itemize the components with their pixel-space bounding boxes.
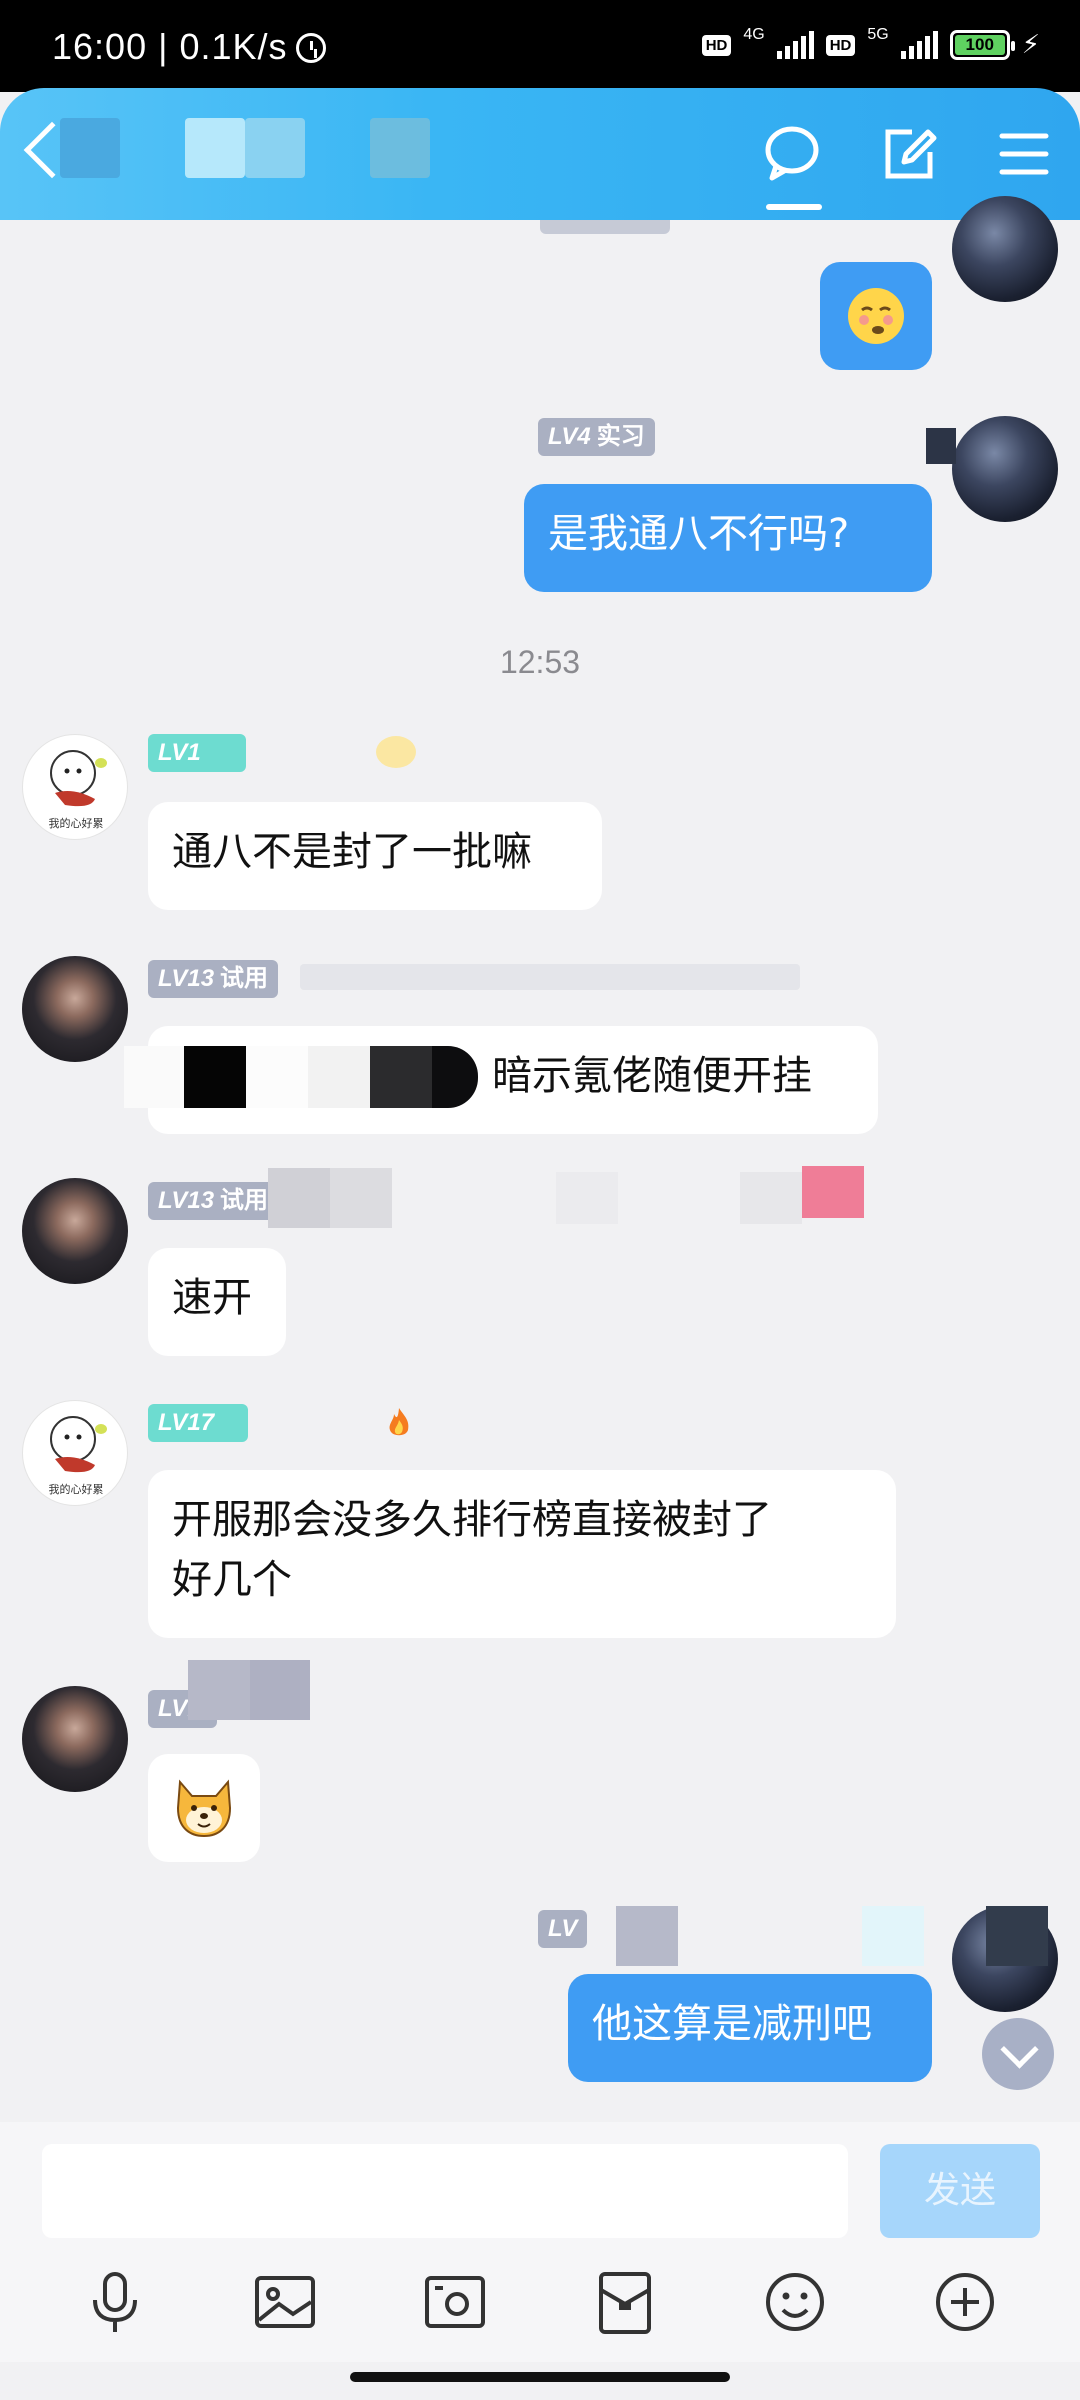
message-bubble[interactable]: 速开 [148, 1248, 286, 1356]
sender-name-blur [540, 220, 670, 234]
chat-header [0, 88, 1080, 220]
status-bar: 16:00 | 0.1K/s HD 4G HD 5G 100 ⚡ [0, 0, 1080, 92]
alarm-icon [295, 33, 326, 63]
level-badge: LV [538, 1910, 588, 1948]
avatar[interactable] [22, 956, 128, 1062]
level-badge: LV13 试用 [148, 1182, 279, 1220]
title-blur [245, 118, 305, 178]
message-bubble[interactable] [820, 262, 932, 370]
level-badge: LV17 [148, 1404, 248, 1442]
name-blur [616, 1906, 678, 1966]
message-list[interactable]: LV4 实习 是我通八不行吗? 12:53 我的心好累 LV1 通八不是封了一批嘛… [0, 196, 1080, 2120]
message-timestamp: 12:53 [499, 644, 581, 680]
name-blur [556, 1172, 618, 1224]
name-blur [926, 428, 956, 464]
shy-face-emoji [848, 288, 904, 344]
battery-icon: 100 [949, 30, 1015, 60]
name-blur [740, 1172, 802, 1224]
avatar[interactable] [952, 196, 1058, 302]
send-button[interactable]: 发送 [880, 2144, 1040, 2238]
signal-icon [776, 31, 814, 59]
title-blur [185, 118, 245, 178]
status-time: 16:00 | 0.1K/s [52, 26, 326, 68]
message-bubble[interactable] [148, 1754, 260, 1862]
name-blur [862, 1906, 924, 1966]
input-bar: 发送 [0, 2122, 1080, 2242]
name-blur [250, 1660, 310, 1720]
title-blur [370, 118, 430, 178]
svg-text:我的心好累: 我的心好累 [49, 816, 104, 830]
input-toolbar [0, 2242, 1080, 2362]
camera-icon[interactable] [419, 2266, 491, 2338]
svg-text:我的心好累: 我的心好累 [49, 1482, 104, 1496]
level-badge: LV1 [148, 734, 246, 772]
hd-badge: HD [825, 34, 856, 56]
message-bubble[interactable]: 开服那会没多久排行榜直接被封了 好几个 [148, 1470, 896, 1638]
network-type-label: 4G [743, 26, 765, 43]
name-blur [188, 1660, 250, 1720]
name-blur [268, 1168, 330, 1228]
avatar[interactable] [952, 416, 1058, 522]
scroll-to-bottom-button[interactable] [982, 2018, 1054, 2090]
image-icon[interactable] [249, 2266, 321, 2338]
chat-bubble-icon[interactable] [756, 118, 828, 210]
microphone-icon[interactable] [79, 2266, 151, 2338]
name-blur [330, 1168, 392, 1228]
message-input[interactable] [42, 2144, 848, 2238]
shiba-emoji [172, 1778, 236, 1855]
redaction-block [370, 1046, 432, 1108]
red-packet-icon[interactable] [589, 2266, 661, 2338]
message-bubble[interactable]: 通八不是封了一批嘛 [148, 802, 602, 910]
network-type-label: 5G [867, 26, 889, 43]
name-blur [802, 1166, 864, 1218]
name-blur [300, 964, 800, 990]
avatar[interactable] [22, 1686, 128, 1792]
avatar[interactable]: 我的心好累 [22, 1400, 128, 1506]
plus-icon[interactable] [929, 2266, 1001, 2338]
redaction-block [308, 1046, 370, 1108]
emoji-icon[interactable] [759, 2266, 831, 2338]
redaction-block [184, 1046, 246, 1108]
menu-icon[interactable] [988, 118, 1060, 190]
message-bubble[interactable]: 是我通八不行吗? [524, 484, 932, 592]
edit-icon[interactable] [872, 118, 944, 190]
hd-badge: HD [701, 34, 732, 56]
charging-icon: ⚡ [1021, 30, 1040, 60]
level-badge: LV4 实习 [538, 418, 655, 456]
avatar[interactable] [22, 1178, 128, 1284]
redaction-block [124, 1046, 184, 1108]
home-indicator[interactable] [350, 2372, 730, 2382]
fire-icon [382, 1406, 416, 1440]
redaction-block [246, 1046, 308, 1108]
avatar[interactable]: 我的心好累 [22, 734, 128, 840]
title-blur [60, 118, 120, 178]
name-blur [986, 1906, 1048, 1966]
signal-icon [900, 31, 938, 59]
message-bubble[interactable]: 他这算是减刑吧 [568, 1974, 932, 2082]
decoration-icon [376, 736, 416, 768]
level-badge: LV13 试用 [148, 960, 279, 998]
